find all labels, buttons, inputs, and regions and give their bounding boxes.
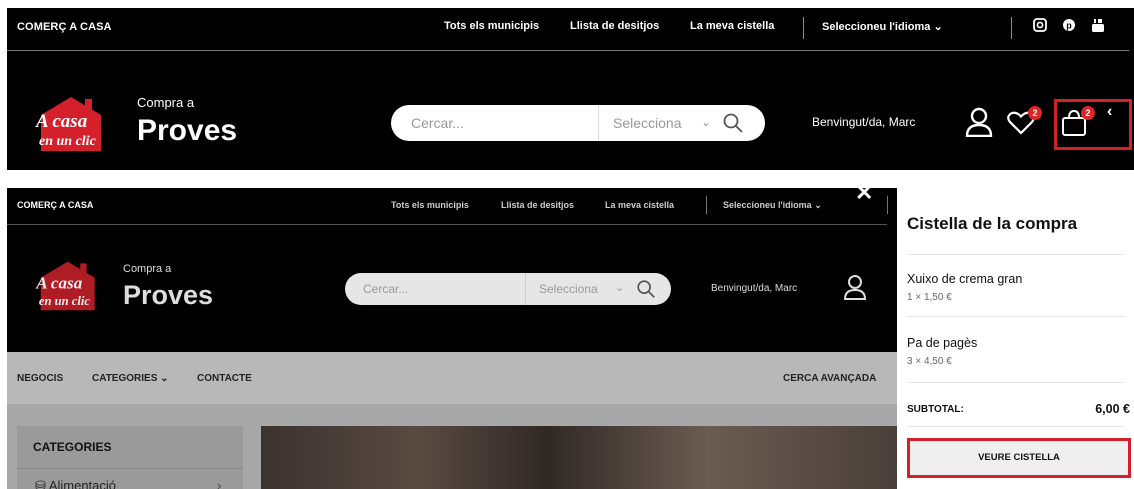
- youtube-icon[interactable]: [1091, 18, 1105, 32]
- svg-text:en un clic: en un clic: [39, 134, 97, 149]
- header-divider: [7, 224, 887, 225]
- divider: [1011, 17, 1012, 39]
- tagline: Compra a: [123, 263, 172, 275]
- search-bar: Cercar... Selecciona ⌄: [391, 105, 765, 141]
- search-input[interactable]: Cercar...: [363, 282, 408, 296]
- site-name: Proves: [123, 280, 214, 310]
- top-bar: COMERÇ A CASA Tots els municipis Llista …: [7, 8, 1134, 50]
- svg-text:en un clic: en un clic: [39, 294, 90, 308]
- divider: [525, 273, 526, 305]
- chevron-down-icon[interactable]: ⌄: [701, 115, 711, 129]
- chevron-down-icon[interactable]: ⌄: [615, 281, 624, 294]
- search-bar: Cercar... Selecciona ⌄: [345, 273, 671, 305]
- view-cart-button[interactable]: VEURE CISTELLA: [907, 438, 1131, 478]
- dimmed-header: COMERÇ A CASA Tots els municipis Llista …: [7, 188, 897, 352]
- sidebar-title: CATEGORIES: [33, 440, 112, 454]
- pinterest-icon[interactable]: p: [1062, 18, 1076, 32]
- cart-side-panel: Cistella de la compra Xuixo de crema gra…: [897, 188, 1134, 489]
- svg-text:A casa: A casa: [35, 111, 88, 132]
- menu-item-negocis[interactable]: NEGOCIS: [17, 373, 63, 384]
- language-selector[interactable]: Seleccioneu l'idioma ⌄: [723, 200, 822, 211]
- cart-highlight-box: [1054, 99, 1132, 150]
- menu-item-categories[interactable]: CATEGORIES ⌄: [92, 373, 169, 384]
- subtotal-value: 6,00 €: [1095, 402, 1130, 416]
- chevron-right-icon[interactable]: ›: [217, 478, 221, 489]
- menu-item-label: CATEGORIES: [92, 373, 158, 384]
- welcome-text: Benvingut/da, Marc: [711, 283, 798, 294]
- nav-wishlist[interactable]: Llista de desitjos: [501, 200, 574, 210]
- basket-icon: ⛁: [35, 478, 46, 489]
- search-input[interactable]: Cercar...: [411, 115, 464, 131]
- divider: [907, 382, 1124, 383]
- sidebar-item-label: Alimentació: [48, 478, 117, 489]
- cart-item-qty: 3 × 4,50 €: [907, 356, 952, 367]
- nav-wishlist[interactable]: Llista de desitjos: [570, 20, 659, 32]
- user-icon[interactable]: [965, 107, 993, 137]
- divider: [907, 254, 1124, 255]
- categories-sidebar: CATEGORIES ⛁ Alimentació ›: [17, 426, 243, 489]
- main-menu: NEGOCIS CATEGORIES ⌄ CONTACTE CERCA AVAN…: [7, 352, 897, 404]
- nav-all-municipalities[interactable]: Tots els municipis: [444, 20, 539, 32]
- divider: [887, 196, 888, 214]
- divider: [907, 316, 1124, 317]
- divider: [598, 105, 599, 141]
- language-selector[interactable]: Seleccioneu l'idioma ⌄: [822, 20, 943, 33]
- chevron-down-icon: ⌄: [160, 373, 169, 384]
- brand-text[interactable]: COMERÇ A CASA: [17, 200, 93, 210]
- svg-text:A casa: A casa: [35, 274, 83, 293]
- cart-open-screenshot: COMERÇ A CASA Tots els municipis Llista …: [7, 188, 1134, 489]
- subtotal-label: SUBTOTAL:: [907, 404, 964, 415]
- menu-item-contacte[interactable]: CONTACTE: [197, 373, 252, 384]
- category-select[interactable]: Selecciona: [539, 282, 598, 296]
- nav-my-cart[interactable]: La meva cistella: [605, 200, 674, 210]
- hero-banner-image: [261, 426, 897, 489]
- cart-item-name[interactable]: Pa de pagès: [907, 336, 977, 350]
- close-icon[interactable]: ✕: [855, 188, 873, 206]
- divider: [17, 468, 243, 469]
- cart-title: Cistella de la compra: [907, 214, 1078, 233]
- cart-item-qty: 1 × 1,50 €: [907, 292, 952, 303]
- search-icon[interactable]: [721, 111, 745, 135]
- header-divider: [7, 50, 1129, 51]
- user-icon[interactable]: [843, 274, 867, 300]
- chevron-down-icon: ⌄: [933, 21, 943, 33]
- brand-text[interactable]: COMERÇ A CASA: [17, 21, 112, 33]
- language-label: Seleccioneu l'idioma: [822, 21, 931, 33]
- svg-text:p: p: [1066, 21, 1072, 31]
- divider: [706, 196, 707, 214]
- tagline: Compra a: [137, 95, 195, 110]
- instagram-icon[interactable]: [1033, 18, 1047, 32]
- site-logo[interactable]: A casa en un clic: [33, 258, 97, 312]
- site-name: Proves: [137, 114, 238, 147]
- page-content: CATEGORIES ⛁ Alimentació ›: [7, 404, 897, 489]
- divider: [803, 17, 804, 39]
- cart-item-name[interactable]: Xuixo de crema gran: [907, 272, 1022, 286]
- nav-all-municipalities[interactable]: Tots els municipis: [391, 200, 469, 210]
- advanced-search-link[interactable]: CERCA AVANÇADA: [783, 373, 876, 384]
- language-label: Seleccioneu l'idioma: [723, 200, 812, 210]
- welcome-text: Benvingut/da, Marc: [812, 115, 916, 129]
- search-icon[interactable]: [635, 278, 657, 300]
- divider: [907, 426, 1124, 427]
- header-screenshot-full: COMERÇ A CASA Tots els municipis Llista …: [7, 8, 1134, 170]
- category-select[interactable]: Selecciona: [613, 115, 682, 131]
- sidebar-item-alimentacio[interactable]: ⛁ Alimentació: [35, 478, 116, 489]
- wishlist-count-badge: 2: [1028, 106, 1042, 120]
- nav-my-cart[interactable]: La meva cistella: [690, 20, 774, 32]
- chevron-down-icon: ⌄: [814, 200, 822, 210]
- site-logo[interactable]: A casa en un clic: [33, 93, 103, 153]
